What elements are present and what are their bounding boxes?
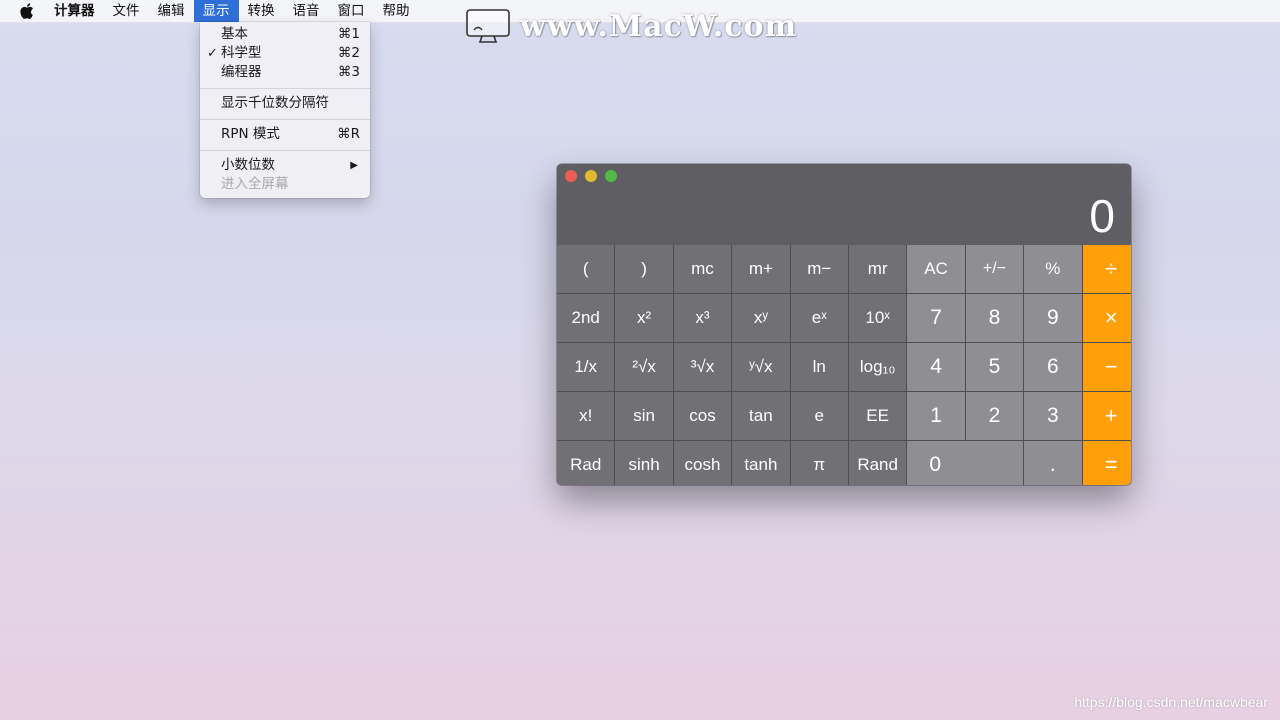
menu-separator [200, 88, 370, 89]
view-menu-dropdown: 基本 ⌘1 ✓ 科学型 ⌘2 编程器 ⌘3 显示千位数分隔符 RPN 模式 ⌘R… [200, 22, 370, 198]
key-ten-to-x[interactable]: 10ˣ [848, 294, 907, 342]
key-6[interactable]: 6 [1024, 343, 1082, 391]
key-8[interactable]: 8 [965, 294, 1024, 342]
menu-item-thousands-separator[interactable]: 显示千位数分隔符 [200, 94, 370, 113]
key-x-cubed[interactable]: x³ [673, 294, 732, 342]
zoom-window-button[interactable] [605, 170, 617, 182]
key-5[interactable]: 5 [965, 343, 1024, 391]
key-pi[interactable]: π [790, 441, 848, 485]
key-tanh[interactable]: tanh [732, 441, 790, 485]
key-plus-minus[interactable]: +/− [965, 245, 1024, 293]
key-mc[interactable]: mc [673, 245, 732, 293]
key-equals[interactable]: = [1082, 441, 1131, 485]
key-subtract[interactable]: − [1082, 343, 1131, 391]
key-close-paren[interactable]: ) [615, 245, 673, 293]
menu-calculator[interactable]: 计算器 [45, 0, 104, 22]
menu-item-label: 进入全屏幕 [221, 176, 289, 192]
key-rad[interactable]: Rad [557, 441, 615, 485]
key-square-root[interactable]: ²√x [615, 343, 673, 391]
monitor-logo-icon [466, 9, 510, 43]
menu-item-rpn-mode[interactable]: RPN 模式 ⌘R [200, 125, 370, 144]
key-mr[interactable]: mr [848, 245, 907, 293]
key-tan[interactable]: tan [732, 392, 790, 440]
menu-item-label: 编程器 [221, 64, 262, 80]
close-window-button[interactable] [565, 170, 577, 182]
menu-edit[interactable]: 编辑 [149, 0, 194, 22]
menu-item-shortcut: ⌘2 [337, 45, 360, 61]
key-0[interactable]: 0 [907, 441, 1024, 485]
apple-menu-icon[interactable] [20, 3, 36, 19]
key-3[interactable]: 3 [1024, 392, 1082, 440]
key-ee[interactable]: EE [848, 392, 907, 440]
checkmark-icon: ✓ [207, 46, 218, 61]
key-all-clear[interactable]: AC [907, 245, 965, 293]
key-cube-root[interactable]: ³√x [673, 343, 732, 391]
key-7[interactable]: 7 [907, 294, 965, 342]
key-cosh[interactable]: cosh [673, 441, 732, 485]
menu-view[interactable]: 显示 [193, 0, 239, 22]
menu-file[interactable]: 文件 [104, 0, 149, 22]
menu-item-basic[interactable]: 基本 ⌘1 [200, 25, 370, 44]
key-m-plus[interactable]: m+ [732, 245, 790, 293]
watermark-text: www.MacW.com [520, 8, 798, 44]
menu-item-shortcut: ⌘R [337, 126, 360, 142]
menu-item-shortcut: ⌘3 [337, 64, 360, 80]
menu-help[interactable]: 帮助 [374, 0, 419, 22]
key-2[interactable]: 2 [965, 392, 1024, 440]
key-reciprocal[interactable]: 1/x [557, 343, 615, 391]
key-sin[interactable]: sin [615, 392, 673, 440]
key-open-paren[interactable]: ( [557, 245, 615, 293]
key-e[interactable]: e [790, 392, 848, 440]
calculator-window: 0 ( ) mc m+ m− mr AC +/− % ÷ 2nd x² x³ x… [557, 164, 1131, 485]
footer-watermark: https://blog.csdn.net/macwbear [1074, 694, 1268, 710]
menu-separator [200, 150, 370, 151]
watermark: www.MacW.com [466, 8, 797, 44]
menu-window[interactable]: 窗口 [329, 0, 374, 22]
key-decimal[interactable]: . [1024, 441, 1082, 485]
menu-item-label: 基本 [221, 26, 248, 42]
key-divide[interactable]: ÷ [1082, 245, 1131, 293]
menu-item-label: 显示千位数分隔符 [221, 95, 329, 111]
key-y-root[interactable]: ʸ√x [732, 343, 790, 391]
menu-convert[interactable]: 转换 [239, 0, 284, 22]
menu-item-label: RPN 模式 [221, 126, 280, 142]
key-percent[interactable]: % [1024, 245, 1082, 293]
calculator-display: 0 [1089, 190, 1115, 242]
key-factorial[interactable]: x! [557, 392, 615, 440]
key-1[interactable]: 1 [907, 392, 965, 440]
menu-item-label: 小数位数 [221, 157, 275, 173]
key-m-minus[interactable]: m− [790, 245, 848, 293]
key-second[interactable]: 2nd [557, 294, 615, 342]
key-add[interactable]: + [1082, 392, 1131, 440]
key-rand[interactable]: Rand [848, 441, 907, 485]
menu-item-enter-fullscreen: 进入全屏幕 [200, 175, 370, 194]
key-sinh[interactable]: sinh [615, 441, 673, 485]
key-4[interactable]: 4 [907, 343, 965, 391]
menu-item-label: 科学型 [221, 45, 262, 61]
key-e-to-x[interactable]: eˣ [790, 294, 848, 342]
menu-item-programmer[interactable]: 编程器 ⌘3 [200, 63, 370, 82]
key-cos[interactable]: cos [673, 392, 732, 440]
key-ln[interactable]: ln [790, 343, 848, 391]
submenu-arrow-icon: ▶ [350, 160, 358, 171]
key-multiply[interactable]: × [1082, 294, 1131, 342]
menu-item-shortcut: ⌘1 [337, 26, 360, 42]
calculator-header: 0 [557, 164, 1131, 245]
key-x-squared[interactable]: x² [615, 294, 673, 342]
key-9[interactable]: 9 [1024, 294, 1082, 342]
key-log10[interactable]: log₁₀ [848, 343, 907, 391]
menu-item-decimal-places[interactable]: 小数位数 ▶ [200, 156, 370, 175]
minimize-window-button[interactable] [585, 170, 597, 182]
menu-item-scientific[interactable]: ✓ 科学型 ⌘2 [200, 44, 370, 63]
menu-speech[interactable]: 语音 [284, 0, 329, 22]
keypad: ( ) mc m+ m− mr AC +/− % ÷ 2nd x² x³ xʸ … [557, 245, 1131, 485]
menu-separator [200, 119, 370, 120]
key-x-to-y[interactable]: xʸ [732, 294, 790, 342]
